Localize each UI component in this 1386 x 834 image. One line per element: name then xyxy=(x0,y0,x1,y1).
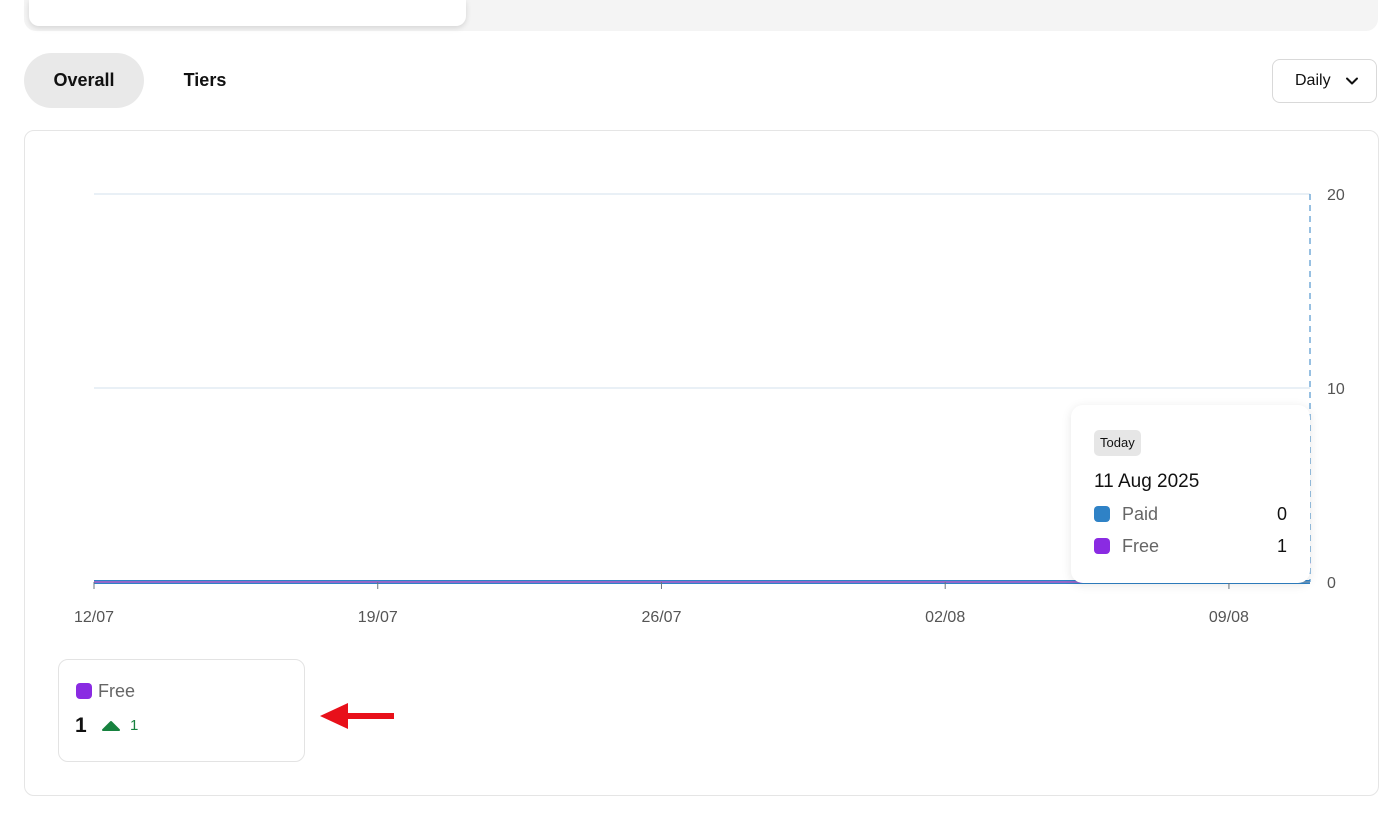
legend-value: 1 xyxy=(75,714,87,737)
tooltip-date: 11 Aug 2025 xyxy=(1094,471,1200,492)
free-legend-swatch-icon xyxy=(76,683,92,699)
legend-name: Free xyxy=(98,681,136,701)
chevron-down-icon xyxy=(1346,77,1358,85)
tooltip-label-free: Free xyxy=(1122,535,1160,556)
triangle-up-icon xyxy=(102,721,120,731)
tab-overall[interactable]: Overall xyxy=(24,53,144,108)
paid-swatch-icon xyxy=(1094,506,1110,522)
tooltip-label-paid: Paid xyxy=(1122,503,1159,524)
tooltip-row-free: Free 1 xyxy=(1094,535,1287,557)
period-dropdown-value: Daily xyxy=(1295,72,1331,89)
period-dropdown[interactable]: Daily xyxy=(1272,59,1377,103)
legend-card-free[interactable]: Free 1 1 xyxy=(58,659,305,762)
tooltip-row-paid: Paid 0 xyxy=(1094,503,1287,525)
top-summary-card xyxy=(29,0,466,26)
tooltip-value-free: 1 xyxy=(1276,535,1287,556)
today-badge: Today xyxy=(1094,430,1141,456)
free-swatch-icon xyxy=(1094,538,1110,554)
legend-delta: 1 xyxy=(130,717,139,734)
annotation-arrow-icon xyxy=(320,703,394,729)
tab-tiers[interactable]: Tiers xyxy=(150,53,260,108)
chart-tooltip: Today 11 Aug 2025 Paid 0 Free 1 xyxy=(1071,405,1310,583)
tooltip-value-paid: 0 xyxy=(1276,503,1287,524)
